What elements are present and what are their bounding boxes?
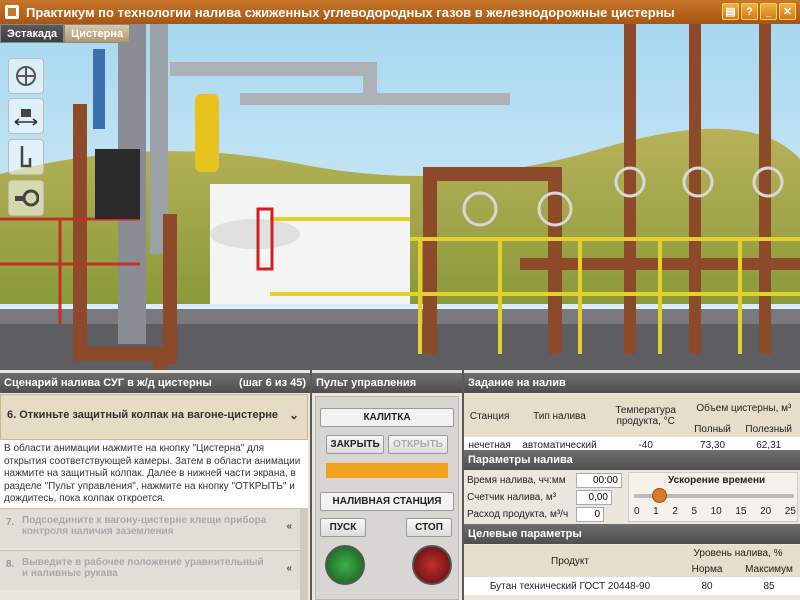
col-product: Продукт xyxy=(551,555,589,567)
active-step-label: 6. Откиньте защитный колпак на вагоне-ци… xyxy=(7,409,279,421)
col-norm: Норма xyxy=(691,563,723,575)
tick-label: 5 xyxy=(691,506,698,517)
col-volume: Объем цистерны, м³ xyxy=(696,402,792,414)
station-label: НАЛИВНАЯ СТАНЦИЯ xyxy=(320,492,454,511)
open-button[interactable]: ОТКРЫТЬ xyxy=(388,435,448,454)
tick-label: 15 xyxy=(735,506,747,517)
minimize-icon[interactable]: _ xyxy=(760,3,777,20)
step-number: 8. xyxy=(6,559,15,570)
expand-icon[interactable]: « xyxy=(286,521,292,532)
tick-label: 20 xyxy=(760,506,772,517)
time-label: Время налива, чч:мм xyxy=(467,475,566,486)
collapse-icon[interactable]: ⌄ xyxy=(289,408,299,422)
list-item[interactable]: 7. Подсоедините к вагону-цистерне клещи … xyxy=(0,508,300,548)
app-title: Практикум по технологии налива сжиженных… xyxy=(26,4,675,20)
scrollbar[interactable] xyxy=(300,508,308,600)
close-button[interactable]: ЗАКРЫТЬ xyxy=(326,435,384,454)
stop-lamp xyxy=(412,545,452,585)
task-title: Задание на налив xyxy=(464,373,800,393)
cell-product: Бутан технический ГОСТ 20448-90 xyxy=(489,580,651,592)
flow-label: Расход продукта, м³/ч xyxy=(467,509,569,520)
tick-label: 10 xyxy=(710,506,722,517)
col-temperature: Температура продукта, °С xyxy=(615,405,676,427)
valve-wheel-icon[interactable] xyxy=(8,58,44,94)
title-bar: Практикум по технологии налива сжиженных… xyxy=(0,0,800,24)
scenario-header: Сценарий налива СУГ в ж/д цистерны (шаг … xyxy=(0,373,310,393)
col-max: Максимум xyxy=(745,563,793,575)
tab-estakada[interactable]: Эстакада xyxy=(0,24,65,43)
tick-label: 25 xyxy=(784,506,796,517)
tick-label: 1 xyxy=(653,506,659,517)
close-icon[interactable]: ✕ xyxy=(779,3,796,20)
step-number: 7. xyxy=(6,517,15,528)
col-station: Станция xyxy=(469,410,510,422)
params-title: Параметры налива xyxy=(464,450,800,470)
move-camera-icon[interactable] xyxy=(8,98,44,134)
gate-indicator xyxy=(326,463,448,478)
active-step[interactable]: 6. Откиньте защитный колпак на вагоне-ци… xyxy=(0,394,308,440)
step-text: Подсоедините к вагону-цистерне клещи при… xyxy=(22,515,267,537)
list-item[interactable]: 8. Выведите в рабочее положение уравните… xyxy=(0,550,300,590)
control-title: Пульт управления xyxy=(312,373,462,393)
hose-icon[interactable] xyxy=(8,180,44,216)
speed-ticks: 0 1 2 5 10 15 20 25 xyxy=(634,506,796,517)
scene-graphic xyxy=(0,24,800,370)
tick-label: 2 xyxy=(672,506,678,517)
expand-icon[interactable]: « xyxy=(286,563,292,574)
gate-label: КАЛИТКА xyxy=(320,408,454,427)
col-level: Уровень налива, % xyxy=(693,547,783,559)
tab-tank[interactable]: Цистерна xyxy=(64,24,131,43)
table-row: Бутан технический ГОСТ 20448-90 80 85 xyxy=(464,577,800,595)
step-description: В области анимации нажмите на кнопку "Ци… xyxy=(0,440,308,508)
scenario-progress: (шаг 6 из 45) xyxy=(239,377,306,389)
start-lamp xyxy=(325,545,365,585)
clamp-icon[interactable] xyxy=(8,139,44,175)
task-table: Станция Тип налива Температура продукта,… xyxy=(464,395,800,453)
cell-norm: 80 xyxy=(701,580,713,592)
speed-slider-handle[interactable] xyxy=(652,488,667,503)
col-fill-type: Тип налива xyxy=(533,410,586,422)
animation-area[interactable] xyxy=(0,24,800,370)
tick-label: 0 xyxy=(634,506,640,517)
target-table: Продукт Уровень налива, % Норма Максимум… xyxy=(464,545,800,595)
flow-value: 0 xyxy=(576,507,604,522)
stop-button[interactable]: СТОП xyxy=(406,518,452,537)
counter-label: Счетчик налива, м³ xyxy=(467,492,557,503)
target-title: Целевые параметры xyxy=(464,524,800,544)
speed-title: Ускорение времени xyxy=(668,475,766,486)
step-text: Выведите в рабочее положение уравнительн… xyxy=(22,557,264,579)
col-full: Полный xyxy=(694,423,731,435)
cell-max: 85 xyxy=(763,580,775,592)
time-value: 00:00 xyxy=(576,473,622,488)
document-icon[interactable]: ▤ xyxy=(722,3,739,20)
help-icon[interactable]: ? xyxy=(741,3,758,20)
app-logo-icon xyxy=(5,5,19,19)
start-button[interactable]: ПУСК xyxy=(320,518,366,537)
scenario-title: Сценарий налива СУГ в ж/д цистерны xyxy=(4,377,212,389)
col-useful: Полезный xyxy=(745,423,792,435)
counter-value: 0,00 xyxy=(576,490,612,505)
